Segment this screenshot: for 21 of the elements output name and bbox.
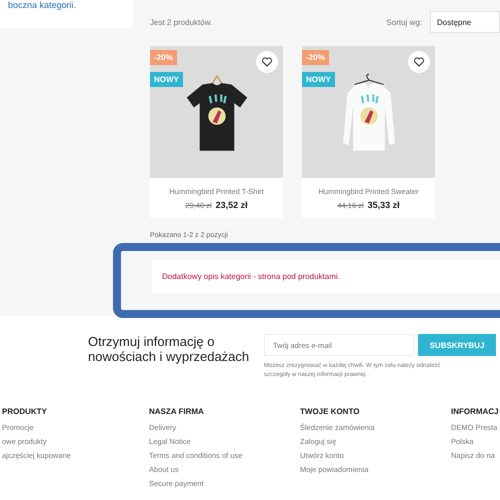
category-description: Dodatkowy opis kategorii - strona pod produktami. [162, 272, 340, 281]
product-price: 35,33 zł [368, 200, 400, 210]
new-badge: NOWY [302, 72, 335, 87]
sort-label: Sortuj wg: [386, 18, 422, 26]
heart-button[interactable] [408, 51, 430, 73]
footer-heading: NASZA FIRMA [149, 407, 205, 416]
product-price: 23,52 zł [216, 200, 248, 210]
discount-badge: -20% [150, 50, 177, 65]
footer-heading: TWOJE KONTO [300, 407, 360, 416]
category-link[interactable]: boczna kategorii. [8, 0, 133, 10]
footer-heading: INFORMACJ [451, 407, 500, 416]
heart-icon [261, 56, 273, 68]
heart-button[interactable] [256, 51, 278, 73]
new-badge: NOWY [150, 72, 183, 87]
heart-icon [413, 56, 425, 68]
newsletter-heading: Otrzymuj informację o nowościach i wyprzedażach [88, 334, 250, 366]
product-count: Jest 2 produktów. [150, 18, 214, 26]
subscribe-button[interactable]: SUBSKRYBUJ [418, 334, 496, 356]
sort-dropdown[interactable]: Dostępne [430, 11, 500, 33]
discount-badge: -20% [302, 50, 329, 65]
footer-heading: PRODUKTY [2, 407, 48, 416]
